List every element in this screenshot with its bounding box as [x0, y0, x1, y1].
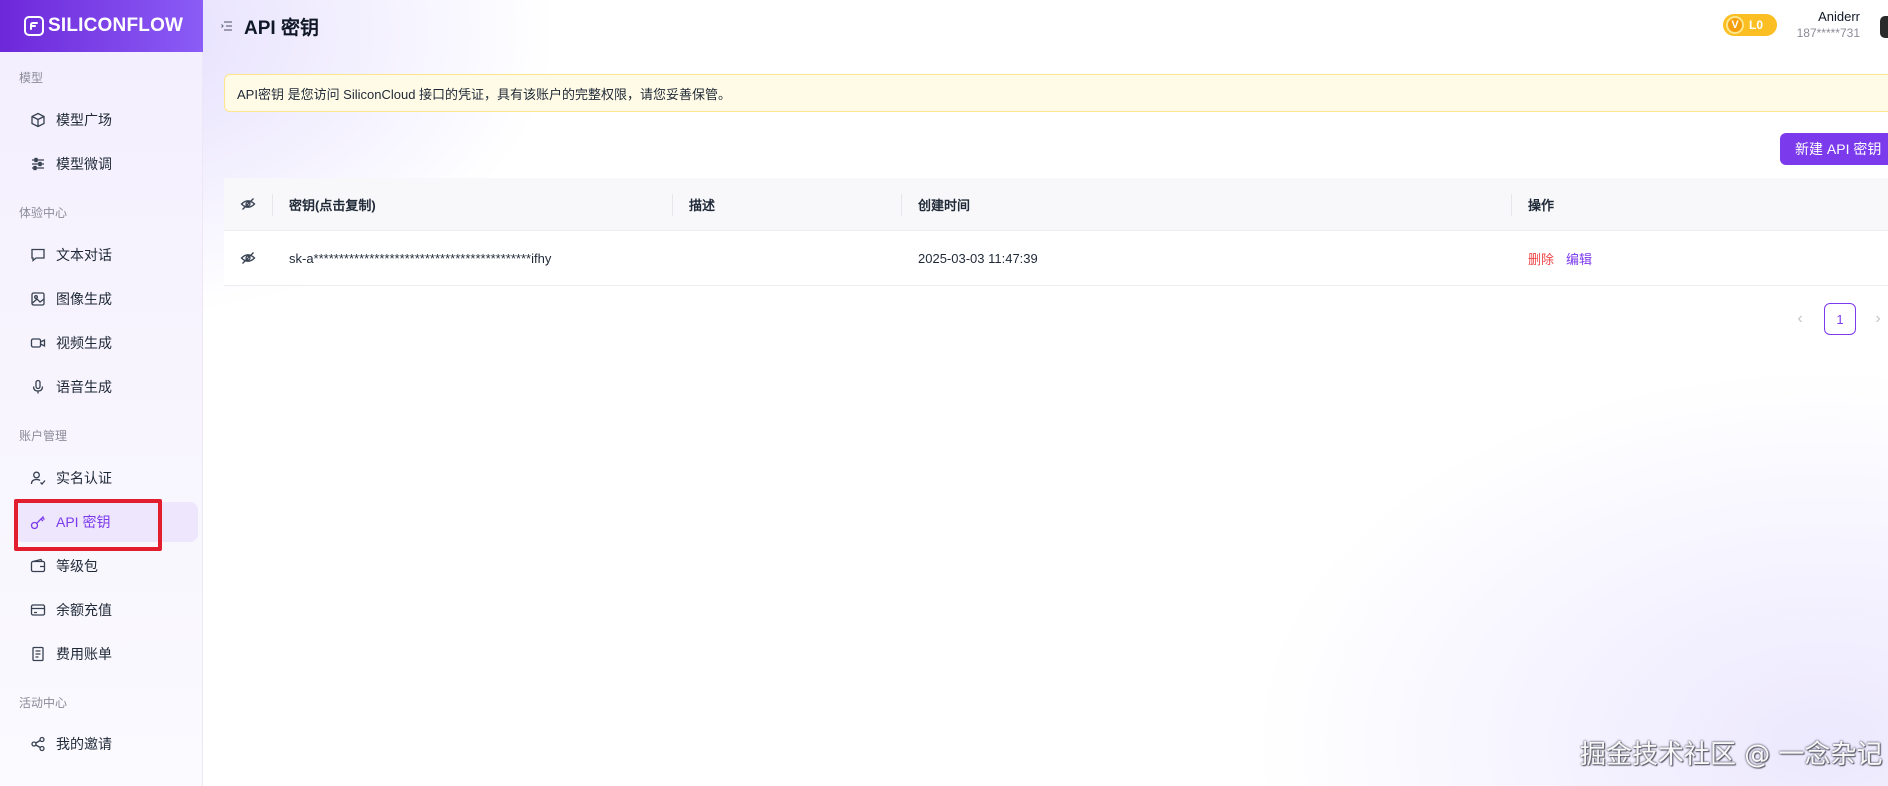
chat-icon: [31, 248, 45, 262]
sidebar-item-label: 余额充值: [56, 602, 112, 618]
sidebar-item-invitations[interactable]: 我的邀请: [14, 724, 198, 764]
share-icon: [31, 736, 45, 752]
image-icon: [31, 292, 45, 306]
column-divider: [272, 194, 273, 216]
sidebar-item-label: 实名认证: [56, 470, 112, 486]
column-header-actions: 操作: [1528, 197, 1555, 213]
column-divider: [901, 194, 902, 216]
pagination-page[interactable]: 1: [1824, 303, 1856, 335]
logo[interactable]: SILICONFLOW: [0, 0, 203, 52]
table-header: 密钥(点击复制) 描述 创建时间 操作: [224, 178, 1888, 231]
user-check-icon: [30, 471, 46, 485]
api-key-created-time: 2025-03-03 11:47:39: [918, 250, 1038, 266]
user-name[interactable]: Aniderr: [1788, 9, 1860, 24]
eye-off-icon: [240, 252, 256, 264]
sidebar-item-recharge[interactable]: 余额充值: [14, 590, 198, 630]
table-row: sk-a************************************…: [224, 231, 1888, 286]
sliders-icon: [32, 157, 44, 171]
sidebar-item-level-package[interactable]: 等级包: [14, 546, 198, 586]
row-actions: 删除 编辑: [1528, 231, 1592, 285]
section-label-playground: 体验中心: [19, 206, 68, 220]
edit-link[interactable]: 编辑: [1566, 249, 1592, 268]
page-title: API 密钥: [244, 17, 319, 39]
sidebar-item-label: 模型微调: [56, 156, 112, 172]
eye-off-icon: [240, 198, 256, 210]
column-header-created: 创建时间: [918, 197, 971, 213]
video-icon: [30, 338, 46, 348]
sidebar-item-label: 模型广场: [56, 112, 112, 128]
pagination-next[interactable]: ›: [1869, 310, 1887, 328]
background-glow-bottom: [1248, 366, 1888, 786]
watermark: 掘金技术社区 @ 一念杂记: [1580, 740, 1883, 770]
column-divider: [1511, 194, 1512, 216]
sidebar-item-label: 语音生成: [56, 379, 112, 395]
avatar[interactable]: [1880, 16, 1888, 38]
sidebar-item-video-gen[interactable]: 视频生成: [14, 323, 198, 363]
sidebar-item-label: 图像生成: [56, 291, 112, 307]
sidebar-item-label: 文本对话: [56, 247, 112, 263]
menu-collapse-icon[interactable]: [220, 19, 234, 33]
user-phone: 187*****731: [1796, 26, 1860, 40]
api-key-table: 密钥(点击复制) 描述 创建时间 操作 sk-a****************…: [224, 178, 1888, 286]
sidebar-item-label: 费用账单: [56, 646, 112, 662]
receipt-icon: [32, 646, 44, 662]
sidebar-item-label: 等级包: [56, 558, 98, 574]
top-header: API 密钥: [203, 0, 1888, 52]
toggle-visibility-button[interactable]: [224, 231, 272, 285]
section-label-events: 活动中心: [19, 696, 68, 710]
sidebar-item-text-chat[interactable]: 文本对话: [14, 235, 198, 275]
toggle-visibility-header[interactable]: [224, 178, 272, 230]
info-notice: API密钥 是您访问 SiliconCloud 接口的凭证，具有该账户的完整权限…: [224, 74, 1888, 112]
key-icon: [30, 516, 45, 530]
section-label-models: 模型: [19, 71, 44, 85]
sidebar-item-api-keys[interactable]: API 密钥: [14, 502, 198, 542]
credit-card-icon: [30, 604, 46, 616]
level-v-icon: V: [1726, 16, 1744, 34]
sidebar-item-billing[interactable]: 费用账单: [14, 634, 198, 674]
column-header-key: 密钥(点击复制): [289, 197, 376, 213]
microphone-icon: [32, 379, 44, 394]
sidebar-item-speech-gen[interactable]: 语音生成: [14, 367, 198, 407]
api-key-value[interactable]: sk-a************************************…: [289, 231, 551, 285]
sidebar-item-label: 视频生成: [56, 335, 112, 351]
level-text: L0: [1749, 18, 1764, 32]
delete-link[interactable]: 删除: [1528, 249, 1554, 268]
sidebar-item-model-square[interactable]: 模型广场: [14, 100, 198, 140]
wallet-icon: [30, 558, 46, 573]
sidebar-item-label: API 密钥: [56, 514, 111, 530]
cube-icon: [31, 112, 45, 128]
logo-icon: [24, 16, 44, 36]
column-divider: [672, 194, 673, 216]
level-badge[interactable]: V L0: [1723, 14, 1777, 36]
section-label-account: 账户管理: [19, 429, 68, 443]
sidebar-item-image-gen[interactable]: 图像生成: [14, 279, 198, 319]
column-header-description: 描述: [689, 197, 716, 213]
sidebar: SILICONFLOW 模型 模型广场 模型微调 体验中心 文本对话 图像生成 …: [0, 0, 203, 786]
logo-text: SILICONFLOW: [48, 15, 184, 36]
new-api-key-button[interactable]: 新建 API 密钥: [1780, 133, 1888, 165]
sidebar-item-label: 我的邀请: [56, 736, 112, 752]
pagination-prev[interactable]: ‹: [1791, 310, 1809, 328]
sidebar-item-verification[interactable]: 实名认证: [14, 458, 198, 498]
sidebar-item-model-finetune[interactable]: 模型微调: [14, 144, 198, 184]
notice-text: API密钥 是您访问 SiliconCloud 接口的凭证，具有该账户的完整权限…: [237, 86, 732, 102]
